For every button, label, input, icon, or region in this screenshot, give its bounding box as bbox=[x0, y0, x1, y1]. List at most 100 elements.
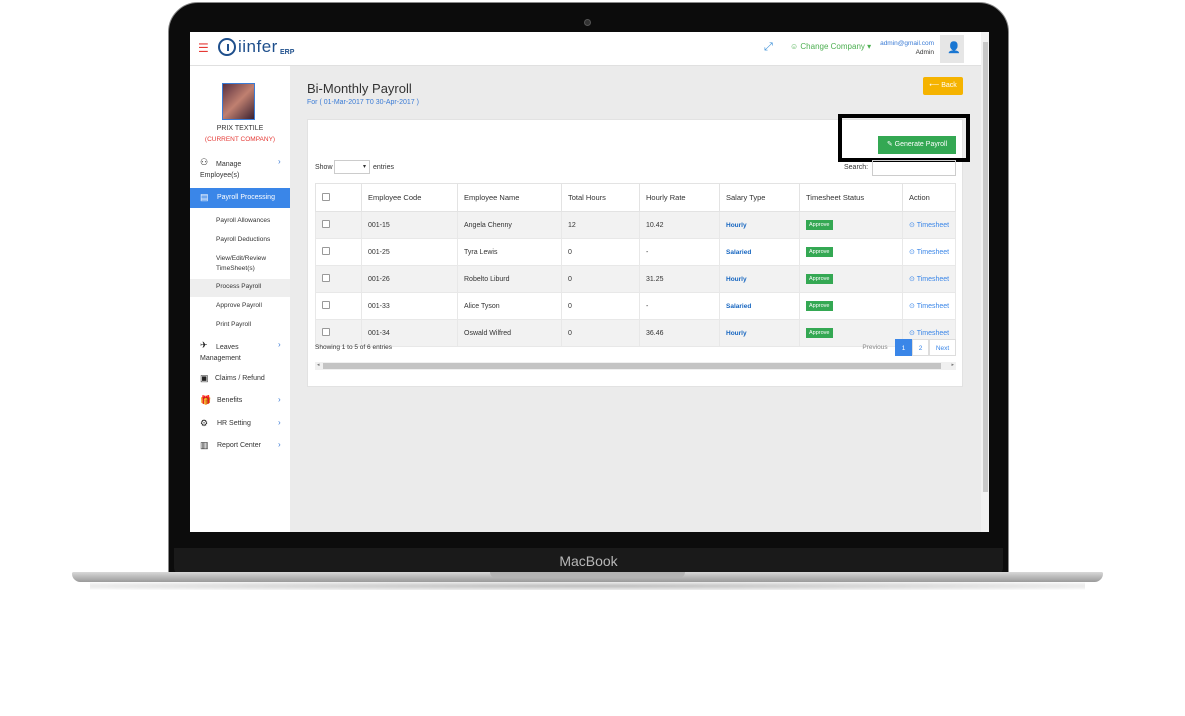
employee-name: Oswald Wilfred bbox=[457, 319, 562, 347]
highlight-box bbox=[838, 114, 970, 162]
sidebar-item-label: HR Setting bbox=[217, 420, 251, 427]
sidebar-item-label: Payroll Processing bbox=[217, 194, 275, 201]
timesheet-link[interactable]: ⊙ Timesheet bbox=[909, 303, 949, 310]
salary-type-cell: Hourly bbox=[719, 319, 800, 347]
timesheet-link[interactable]: ⊙ Timesheet bbox=[909, 249, 949, 256]
horizontal-scrollbar[interactable]: ◂ ▸ bbox=[315, 362, 956, 370]
scroll-right-icon[interactable]: ▸ bbox=[951, 362, 954, 368]
submenu-label: Process Payroll bbox=[216, 283, 262, 290]
employee-name: Alice Tyson bbox=[457, 292, 562, 320]
hourly-rate: - bbox=[639, 292, 720, 320]
col-action[interactable]: Action bbox=[902, 183, 956, 212]
row-checkbox[interactable] bbox=[322, 328, 330, 336]
sidebar-item-hr-setting[interactable]: ⚙ HR Setting › bbox=[190, 415, 290, 433]
sidebar: PRIX TEXTILE (CURRENT COMPANY) ⚇ Manage … bbox=[190, 66, 290, 532]
pager-next[interactable]: Next bbox=[929, 339, 956, 356]
pager-page-1[interactable]: 1 bbox=[895, 339, 912, 356]
col-employee-name[interactable]: Employee Name bbox=[457, 183, 562, 212]
row-select-cell bbox=[315, 238, 362, 266]
back-button[interactable]: ⟵ Back bbox=[923, 77, 963, 95]
sidebar-item-label: Manage Employee(s) bbox=[200, 161, 242, 179]
gift-icon: 🎁 bbox=[200, 395, 212, 405]
arrow-left-icon: ⟵ bbox=[929, 82, 940, 89]
salary-type: Hourly bbox=[726, 329, 747, 337]
scroll-left-icon[interactable]: ◂ bbox=[317, 362, 320, 368]
pager-page-2[interactable]: 2 bbox=[912, 339, 929, 356]
submenu-payroll-deductions[interactable]: Payroll Deductions bbox=[190, 232, 290, 250]
chevron-right-icon: › bbox=[278, 395, 281, 404]
status-badge: Approve bbox=[806, 220, 833, 230]
row-checkbox[interactable] bbox=[322, 220, 330, 228]
sidebar-item-report-center[interactable]: ▥ Report Center › bbox=[190, 437, 290, 455]
select-all-checkbox[interactable] bbox=[322, 192, 330, 201]
row-checkbox[interactable] bbox=[322, 274, 330, 282]
row-select-cell bbox=[315, 319, 362, 347]
sidebar-item-manage-employees[interactable]: ⚇ Manage Employee(s) › bbox=[190, 154, 290, 182]
change-company-dropdown[interactable]: ☺ Change Company ▾ bbox=[790, 42, 871, 51]
action-cell: ⊙ Timesheet bbox=[902, 292, 956, 320]
col-hourly-rate[interactable]: Hourly Rate bbox=[639, 183, 720, 212]
col-total-hours[interactable]: Total Hours bbox=[561, 183, 640, 212]
submenu-label: Approve Payroll bbox=[216, 302, 262, 309]
hourly-rate: 36.46 bbox=[639, 319, 720, 347]
hamburger-icon[interactable]: ☰ bbox=[198, 41, 209, 55]
row-checkbox[interactable] bbox=[322, 301, 330, 309]
submenu-print-payroll[interactable]: Print Payroll bbox=[190, 317, 290, 335]
salary-type: Salaried bbox=[726, 248, 752, 256]
user-menu-button[interactable]: 👤 bbox=[940, 35, 964, 63]
sidebar-item-benefits[interactable]: 🎁 Benefits › bbox=[190, 392, 290, 410]
user-icon: 👤 bbox=[947, 42, 961, 54]
fullscreen-icon[interactable]: ⤢ bbox=[764, 41, 773, 54]
chevron-right-icon: › bbox=[278, 418, 281, 427]
status-badge: Approve bbox=[806, 328, 833, 338]
timesheet-link[interactable]: ⊙ Timesheet bbox=[909, 222, 949, 229]
timesheet-link[interactable]: ⊙ Timesheet bbox=[909, 330, 949, 337]
laptop-shadow bbox=[90, 582, 1085, 590]
table-row: 001-33 Alice Tyson 0 - Salaried Approve … bbox=[315, 292, 956, 320]
clock-icon: ⊙ bbox=[909, 330, 915, 337]
salary-type: Hourly bbox=[726, 275, 747, 283]
status-cell: Approve bbox=[799, 238, 903, 266]
timesheet-link[interactable]: ⊙ Timesheet bbox=[909, 276, 949, 283]
hourly-rate: 10.42 bbox=[639, 211, 720, 239]
employee-name: Angela Chenny bbox=[457, 211, 562, 239]
submenu-approve-payroll[interactable]: Approve Payroll bbox=[190, 298, 290, 316]
search-input[interactable] bbox=[872, 160, 956, 176]
caret-down-icon: ▾ bbox=[362, 164, 366, 170]
row-checkbox[interactable] bbox=[322, 247, 330, 255]
company-name: PRIX TEXTILE bbox=[216, 125, 264, 132]
user-role: Admin bbox=[915, 49, 934, 56]
sidebar-item-leaves[interactable]: ✈ Leaves Management › bbox=[190, 338, 290, 364]
search-label: Search: bbox=[844, 164, 869, 171]
logo-suffix: ERP bbox=[280, 49, 295, 56]
col-employee-code[interactable]: Employee Code bbox=[361, 183, 458, 212]
salary-type: Hourly bbox=[726, 221, 747, 229]
scrollbar-thumb[interactable] bbox=[323, 363, 941, 369]
total-hours: 0 bbox=[561, 265, 640, 293]
pager-previous[interactable]: Previous bbox=[856, 339, 894, 356]
status-cell: Approve bbox=[799, 292, 903, 320]
entries-select[interactable]: ▾ bbox=[334, 160, 370, 174]
submenu-timesheets[interactable]: View/Edit/Review TimeSheet(s) bbox=[190, 251, 290, 277]
page-title: Bi-Monthly Payroll bbox=[307, 81, 412, 96]
camera-icon bbox=[584, 19, 591, 26]
sidebar-item-payroll-processing[interactable]: ▤ Payroll Processing bbox=[190, 188, 290, 208]
submenu-process-payroll[interactable]: Process Payroll bbox=[190, 279, 290, 297]
logo-ring-icon bbox=[218, 38, 236, 56]
col-salary-type[interactable]: Salary Type bbox=[719, 183, 800, 212]
sidebar-item-claims[interactable]: ▣ Claims / Refund bbox=[190, 370, 290, 388]
table-header-row: Employee Code Employee Name Total Hours … bbox=[315, 183, 956, 212]
page-subtitle: For ( 01-Mar-2017 T0 30-Apr-2017 ) bbox=[307, 99, 419, 106]
submenu-payroll-allowances[interactable]: Payroll Allowances bbox=[190, 213, 290, 231]
col-timesheet-status[interactable]: Timesheet Status bbox=[799, 183, 903, 212]
change-company-label: Change Company bbox=[800, 42, 865, 51]
scrollbar-thumb[interactable] bbox=[983, 42, 988, 492]
user-email: admin@gmail.com bbox=[880, 40, 934, 47]
status-badge: Approve bbox=[806, 301, 833, 311]
company-icon: ☺ bbox=[790, 42, 799, 51]
total-hours: 0 bbox=[561, 319, 640, 347]
employee-code: 001-25 bbox=[361, 238, 458, 266]
vertical-scrollbar[interactable] bbox=[981, 32, 989, 532]
payroll-table: Employee Code Employee Name Total Hours … bbox=[315, 183, 956, 347]
employee-code: 001-15 bbox=[361, 211, 458, 239]
